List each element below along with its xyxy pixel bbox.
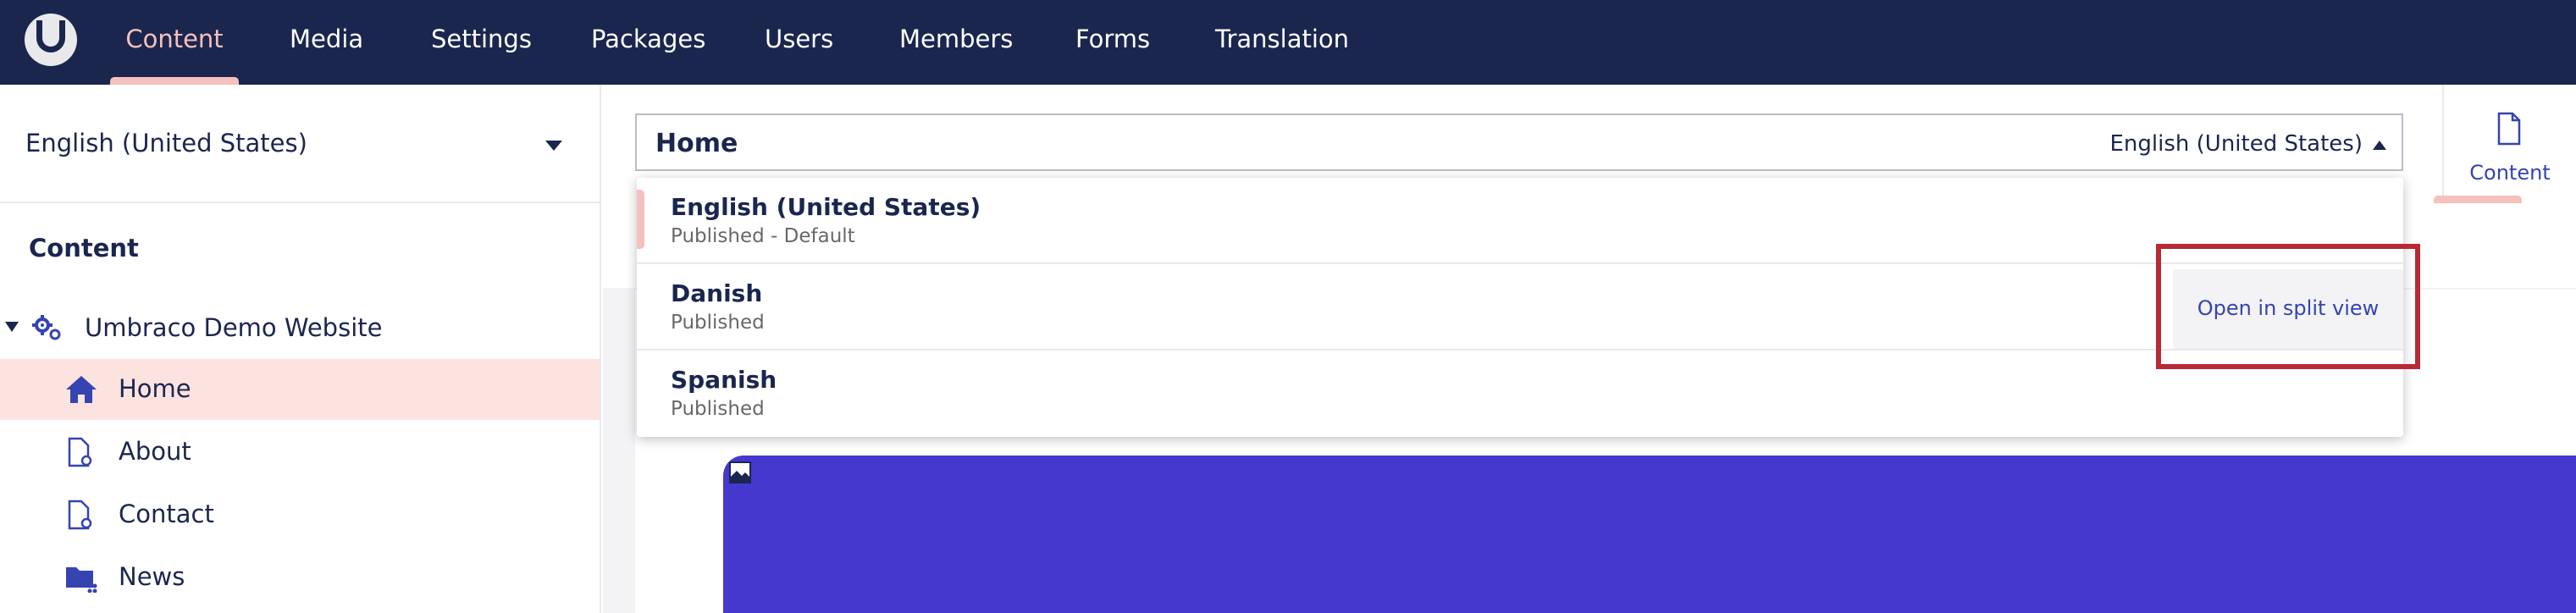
nav-translation[interactable]: Translation: [1215, 0, 1349, 85]
content-name-field[interactable]: Home English (United States): [635, 113, 2403, 171]
expand-caret-icon[interactable]: [5, 322, 19, 332]
content-tree-sidebar: English (United States) Content Umbraco …: [0, 85, 601, 613]
nav-active-indicator: [110, 77, 239, 85]
tree-item-about[interactable]: About: [0, 422, 600, 483]
top-navigation-bar: Content Media Settings Packages Users Me…: [0, 0, 2576, 85]
variant-item-english[interactable]: English (United States) Published - Defa…: [637, 178, 2403, 264]
content-app-button[interactable]: Content: [2444, 85, 2576, 203]
tree-item-news[interactable]: News: [0, 547, 600, 608]
gears-icon: [32, 315, 61, 340]
nav-users[interactable]: Users: [765, 0, 833, 85]
nav-content[interactable]: Content: [110, 0, 239, 85]
tree-item-contact[interactable]: Contact: [0, 484, 600, 545]
variant-name: English (United States): [671, 193, 981, 221]
tree-section-heading: Content: [29, 234, 139, 262]
nav-members[interactable]: Members: [899, 0, 1013, 85]
variant-dropdown: English (United States) Published - Defa…: [637, 178, 2403, 437]
tree-item-label: Contact: [119, 500, 214, 528]
document-icon: [68, 437, 92, 467]
document-icon: [2497, 112, 2521, 146]
current-variant-marker: [637, 190, 644, 249]
tree-item-label: Umbraco Demo Website: [85, 313, 383, 342]
nav-settings[interactable]: Settings: [431, 0, 532, 85]
tree-item-label: About: [119, 437, 191, 466]
document-icon: [68, 500, 92, 530]
variant-name: Spanish: [671, 366, 777, 394]
language-select[interactable]: English (United States): [0, 85, 600, 203]
umbraco-logo-icon[interactable]: [25, 14, 77, 66]
highlight-annotation-box: [2156, 244, 2420, 369]
variant-item-spanish[interactable]: Spanish Published: [637, 351, 2403, 437]
variant-state: Published: [671, 398, 765, 420]
app-active-indicator: [2434, 196, 2522, 203]
folder-icon: [66, 567, 97, 593]
variant-state: Published: [671, 312, 765, 334]
language-select-label: English (United States): [25, 129, 307, 157]
tree-item-label: Home: [119, 374, 191, 403]
hero-image: [723, 456, 2576, 613]
content-app-label: Content: [2469, 161, 2551, 185]
variant-item-danish[interactable]: Danish Published: [637, 264, 2403, 351]
nav-packages[interactable]: Packages: [591, 0, 705, 85]
home-icon: [66, 376, 97, 403]
variant-name: Danish: [671, 279, 763, 307]
content-name-value: Home: [655, 129, 738, 158]
caret-up-icon[interactable]: [2373, 141, 2386, 150]
variant-state: Published - Default: [671, 225, 855, 247]
tree-item-label: News: [119, 562, 185, 591]
nav-media[interactable]: Media: [290, 0, 363, 85]
nav-forms[interactable]: Forms: [1075, 0, 1150, 85]
tree-item-home[interactable]: Home: [0, 359, 600, 420]
tree-item-root[interactable]: Umbraco Demo Website: [0, 298, 600, 359]
caret-down-icon: [545, 141, 562, 151]
broken-image-icon: [729, 461, 751, 483]
variant-switcher[interactable]: English (United States): [2110, 131, 2363, 157]
